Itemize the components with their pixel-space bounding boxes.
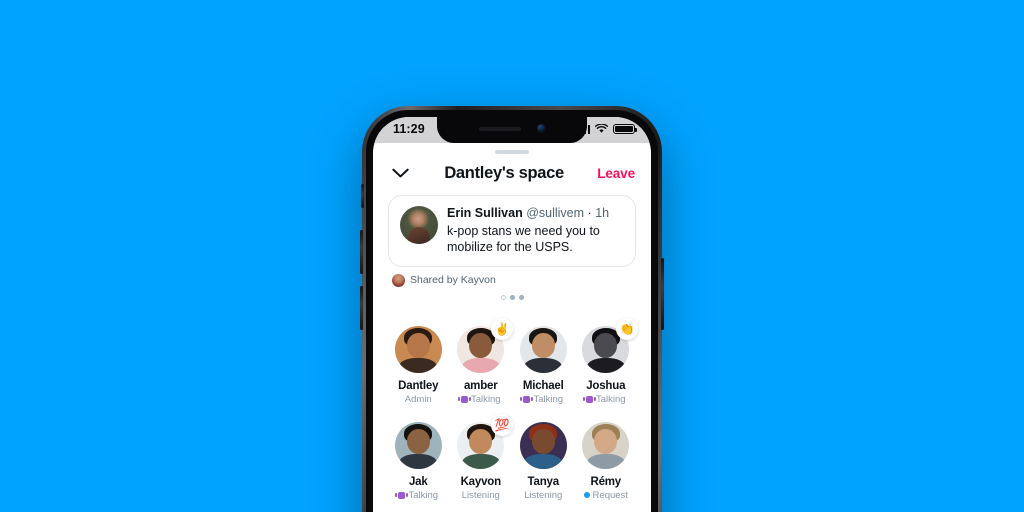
tweet-timestamp: 1h [595,206,610,220]
shared-by-label: Shared by Kayvon [410,274,496,287]
avatar-wrap [519,325,567,373]
participant-name: Rémy [590,475,622,488]
participant-status-label: Talking [408,489,439,501]
pagination-dot-2[interactable] [518,294,524,300]
participant-name: Kayvon [460,475,502,488]
avatar-wrap [394,421,442,469]
speaker-grille-icon [478,126,521,131]
avatar [394,421,442,469]
participant-status: Request [583,489,628,501]
avatar-wrap: 💯 [457,413,514,469]
participant-status-label: Request [592,489,628,501]
participant-status-label: Listening [461,489,500,501]
front-camera-icon [536,124,546,133]
participant-status-label: Listening [524,489,563,501]
notch [437,117,587,143]
participant-jak[interactable]: Jak Talking [387,421,450,501]
participant-name: Jak [408,475,428,488]
space-header: Dantley's space Leave [373,154,651,195]
shared-tweet-card[interactable]: Erin Sullivan @sullivem · 1h k-pop stans… [388,195,636,267]
participants-grid: Dantley Admin ✌️ amber Talking Michael Talking… [373,300,651,501]
reaction-emoji-badge: 💯 [491,413,514,436]
participant-name: Dantley [398,379,439,392]
participant-kayvon[interactable]: 💯 Kayvon Listening [450,413,514,501]
tweet-author-handle: @sullivem [526,206,585,220]
wifi-icon [595,124,608,133]
participant-status-label: Talking [595,393,626,405]
avatar-wrap [582,421,630,469]
pagination-dot-1[interactable] [509,294,515,300]
participant-rémy[interactable]: Rémy Request [575,421,638,501]
microphone-icon [398,491,406,499]
avatar-wrap: ✌️ [457,317,514,373]
shared-by-row: Shared by Kayvon [392,273,651,287]
participant-name: Michael [522,379,564,392]
participant-amber[interactable]: ✌️ amber Talking [450,317,514,405]
power-button[interactable] [661,258,664,330]
participant-name: Tanya [527,475,560,488]
participant-name: Joshua [586,379,626,392]
participant-michael[interactable]: Michael Talking [512,325,575,405]
participant-tanya[interactable]: Tanya Listening [512,421,575,501]
space-sheet: Dantley's space Leave Erin Sullivan @sul… [373,150,651,512]
status-time: 11:29 [393,122,425,136]
silent-switch-button[interactable] [361,184,364,208]
chevron-down-icon[interactable] [389,168,411,179]
tweet-meta: Erin Sullivan @sullivem · 1h [447,206,624,222]
participant-status: Talking [460,393,501,405]
battery-icon [613,123,637,135]
avatar-wrap [394,325,442,373]
tweet-body: Erin Sullivan @sullivem · 1h k-pop stans… [447,206,624,256]
leave-button[interactable]: Leave [597,166,635,181]
phone-frame: 11:29 Dantley's space Leave Erin Sulliva… [360,106,664,512]
participant-status-label: Talking [533,393,564,405]
participant-dantley[interactable]: Dantley Admin [387,325,450,405]
reaction-emoji-badge: 👏 [616,317,639,340]
participant-status-label: Talking [470,393,501,405]
reaction-emoji-badge: ✌️ [491,317,514,340]
tweet-author-name: Erin Sullivan [447,206,523,220]
participant-status: Listening [462,490,500,501]
phone-bezel: 11:29 Dantley's space Leave Erin Sulliva… [366,110,658,512]
participant-status: Admin [405,394,432,405]
avatar [394,325,442,373]
participant-status-label: Admin [404,393,432,405]
avatar-wrap [519,421,567,469]
request-dot-icon [583,492,590,499]
avatar-wrap: 👏 [582,317,639,373]
pagination-dot-0[interactable] [500,294,506,300]
shared-by-avatar [392,273,405,287]
participant-joshua[interactable]: 👏 Joshua Talking [575,317,639,405]
participant-status: Talking [398,490,438,501]
tweet-author-avatar[interactable] [400,206,438,244]
avatar [519,325,567,373]
avatar [519,421,567,469]
microphone-icon [585,395,593,403]
avatar [582,421,630,469]
volume-up-button[interactable] [360,230,363,274]
participant-status: Listening [524,490,562,501]
participant-status: Talking [523,394,563,405]
page-title: Dantley's space [444,164,564,182]
microphone-icon [460,395,468,403]
participant-status: Talking [585,393,626,405]
phone-screen: 11:29 Dantley's space Leave Erin Sulliva… [373,117,651,512]
volume-down-button[interactable] [360,286,363,330]
tweet-text: k-pop stans we need you to mobilize for … [447,223,600,255]
microphone-icon [523,395,531,403]
tweet-meta-separator: · [587,206,592,220]
participant-name: amber [463,379,498,392]
